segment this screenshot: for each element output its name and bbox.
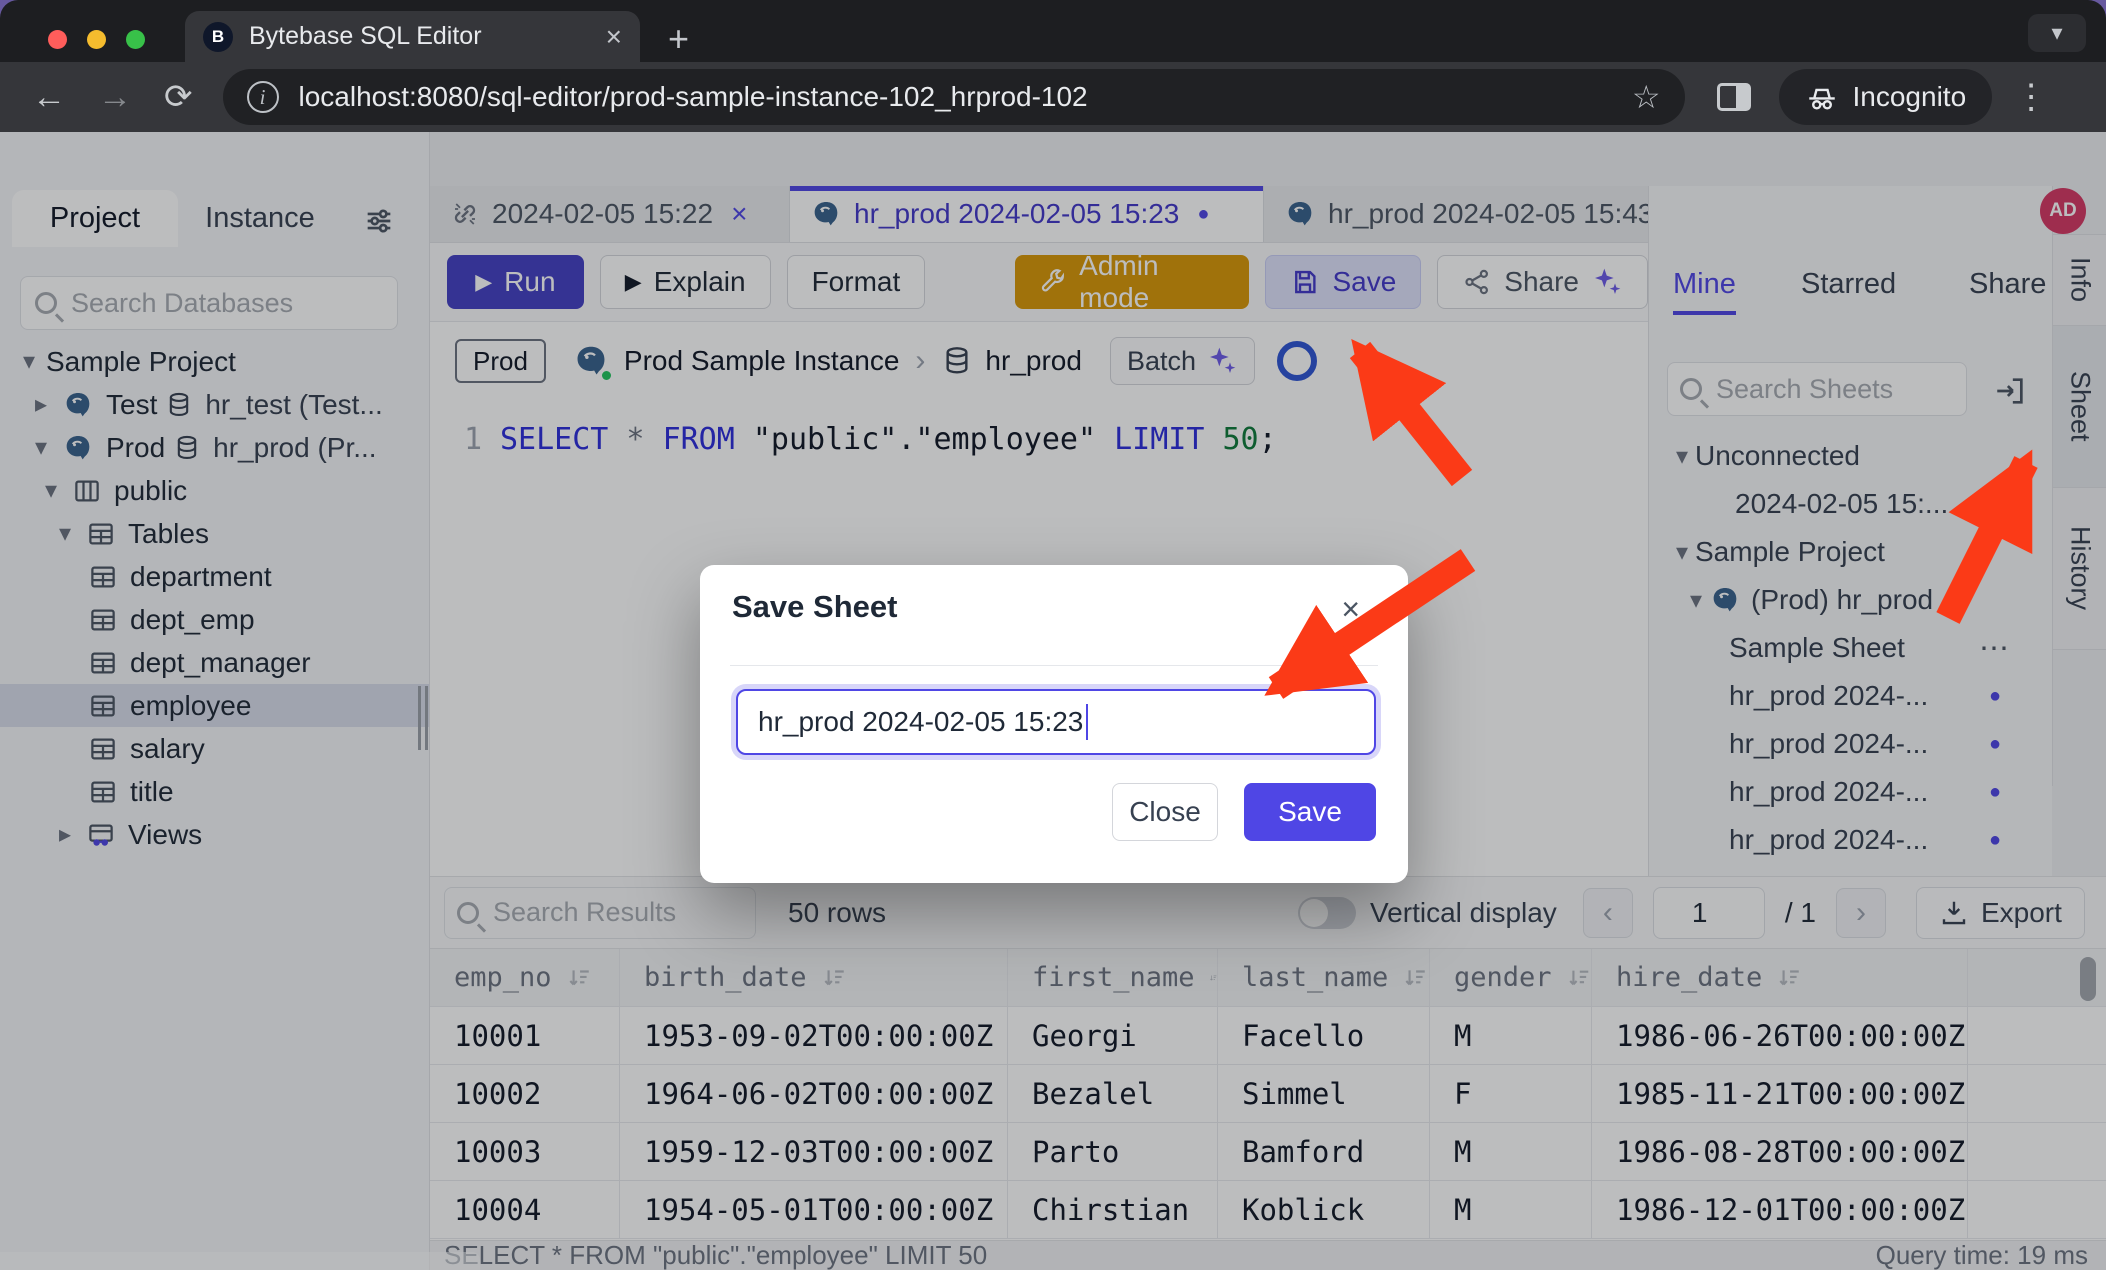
browser-menu-icon[interactable]: ⋮ xyxy=(2014,77,2048,117)
browser-window: B Bytebase SQL Editor × + ▾ ← → ⟳ i loca… xyxy=(0,0,2106,1270)
window-zoom-button[interactable] xyxy=(126,30,145,49)
browser-tab-close-icon[interactable]: × xyxy=(606,23,622,51)
browser-tabstrip: B Bytebase SQL Editor × + ▾ xyxy=(0,0,2106,62)
window-minimize-button[interactable] xyxy=(87,30,106,49)
url-text[interactable]: localhost:8080/sql-editor/prod-sample-in… xyxy=(299,81,1632,113)
url-bar[interactable]: i localhost:8080/sql-editor/prod-sample-… xyxy=(223,69,1685,125)
bytebase-app: Project Instance ▾ Sample Project ▸ Test… xyxy=(0,132,2106,1270)
dialog-save-button[interactable]: Save xyxy=(1244,783,1376,841)
save-sheet-dialog: Save Sheet × hr_prod 2024-02-05 15:23 Cl… xyxy=(700,565,1408,883)
forward-button[interactable]: → xyxy=(98,78,132,117)
browser-toolbar: ← → ⟳ i localhost:8080/sql-editor/prod-s… xyxy=(0,62,2106,132)
tab-search-chevron-button[interactable]: ▾ xyxy=(2028,14,2086,52)
dialog-close-icon[interactable]: × xyxy=(1341,591,1360,628)
dialog-title: Save Sheet xyxy=(732,589,897,625)
back-button[interactable]: ← xyxy=(32,78,66,117)
dialog-close-button[interactable]: Close xyxy=(1112,783,1218,841)
side-panel-icon[interactable] xyxy=(1717,83,1751,111)
incognito-spy-icon xyxy=(1805,80,1839,114)
browser-new-tab-button[interactable]: + xyxy=(668,18,689,60)
text-cursor xyxy=(1086,704,1088,740)
dialog-divider xyxy=(730,665,1378,666)
reload-button[interactable]: ⟳ xyxy=(164,77,193,117)
incognito-label: Incognito xyxy=(1853,81,1967,113)
browser-chrome: B Bytebase SQL Editor × + ▾ ← → ⟳ i loca… xyxy=(0,0,2106,132)
bookmark-star-icon[interactable]: ☆ xyxy=(1632,78,1661,116)
screen: B Bytebase SQL Editor × + ▾ ← → ⟳ i loca… xyxy=(0,0,2106,1270)
incognito-badge: Incognito xyxy=(1779,69,1993,125)
sheet-name-input[interactable]: hr_prod 2024-02-05 15:23 xyxy=(736,689,1376,755)
bytebase-favicon-icon: B xyxy=(203,22,233,52)
browser-tab-title: Bytebase SQL Editor xyxy=(249,22,606,51)
sheet-name-value: hr_prod 2024-02-05 15:23 xyxy=(758,706,1083,738)
browser-tab[interactable]: B Bytebase SQL Editor × xyxy=(185,11,640,62)
site-info-icon[interactable]: i xyxy=(247,81,279,113)
window-close-button[interactable] xyxy=(48,30,67,49)
